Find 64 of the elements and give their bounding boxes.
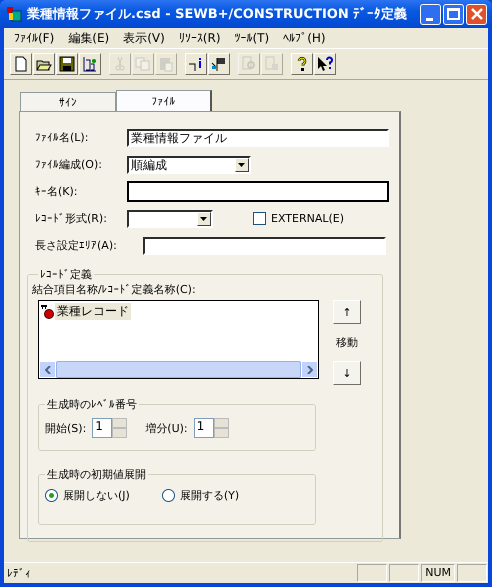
- radio-button[interactable]: [162, 489, 175, 502]
- status-text: ﾚﾃﾞｨ: [6, 566, 32, 580]
- list-label: 結合項目名称/ﾚｺｰﾄﾞ定義名称(C):: [32, 282, 197, 297]
- menu-item[interactable]: ﾌｧｲﾙ(F): [7, 31, 62, 45]
- key-name-field[interactable]: [127, 181, 389, 202]
- close-icon: [470, 8, 482, 20]
- record-icon: [41, 304, 55, 318]
- field-label: ｷｰ名(K):: [35, 184, 79, 199]
- replace-icon: [264, 56, 280, 72]
- close-button[interactable]: [466, 4, 487, 24]
- minimize-icon: [426, 18, 433, 20]
- maximize-button[interactable]: [443, 4, 464, 24]
- group-title: 生成時のﾚﾍﾞﾙ番号: [46, 397, 138, 412]
- group-title: 生成時の初期値展開: [46, 467, 147, 482]
- tab[interactable]: ｻｲﾝ: [20, 92, 116, 111]
- external-checkbox[interactable]: [253, 212, 266, 225]
- move-up-button[interactable]: ↑: [333, 300, 361, 324]
- app-icon: [6, 6, 22, 22]
- context-help-icon: [317, 56, 333, 72]
- flag-icon: [211, 56, 227, 72]
- status-pane: [457, 564, 487, 582]
- save-icon: [59, 56, 75, 72]
- group-title: ﾚｺｰﾄﾞ定義: [39, 267, 93, 282]
- file-name-field[interactable]: 業種情報ファイル: [127, 128, 389, 146]
- copy-icon: [135, 56, 151, 72]
- menu-item[interactable]: ﾂｰﾙ(T): [228, 31, 276, 45]
- info-icon: [188, 56, 204, 72]
- horizontal-scrollbar[interactable]: [39, 361, 318, 378]
- scroll-right-icon: [306, 366, 312, 374]
- maximize-icon: [447, 8, 460, 20]
- dropdown-arrow-icon: [238, 162, 246, 166]
- field-label: 長さ設定ｴﾘｱ(A):: [35, 238, 118, 253]
- scroll-left-icon: [44, 366, 50, 374]
- minimize-button[interactable]: [420, 4, 441, 24]
- radio-button[interactable]: [45, 489, 58, 502]
- length-area-field[interactable]: [143, 236, 386, 254]
- radio-label: 展開する(Y): [180, 488, 240, 503]
- document-icon: [13, 56, 29, 72]
- checkbox-label: EXTERNAL(E): [271, 212, 344, 225]
- file-organization-dropdown[interactable]: 順編成: [127, 156, 251, 174]
- move-down-button[interactable]: ↓: [333, 361, 361, 385]
- tab[interactable]: ﾌｧｲﾙ: [116, 90, 212, 111]
- record-format-dropdown[interactable]: [127, 210, 213, 228]
- radio-label: 展開しない(J): [63, 488, 130, 503]
- find-icon: [241, 56, 257, 72]
- status-pane: [389, 564, 420, 582]
- record-list[interactable]: 業種レコード: [38, 300, 319, 379]
- field-label: 開始(S):: [45, 420, 86, 436]
- window-title: 業種情報ファイル.csd - SEWB+/CONSTRUCTION ﾃﾞｰﾀ定義: [27, 6, 408, 23]
- menu-item[interactable]: 表示(V): [116, 30, 172, 46]
- menu-item[interactable]: ﾘｿｰｽ(R): [172, 31, 228, 45]
- move-label: 移動: [336, 335, 358, 350]
- field-label: ﾚｺｰﾄﾞ形式(R):: [35, 211, 108, 226]
- field-label: ﾌｧｲﾙ編成(O):: [35, 157, 103, 172]
- paste-icon: [158, 56, 174, 72]
- field-label: 増分(U):: [145, 420, 188, 436]
- field-label: ﾌｧｲﾙ名(L):: [35, 130, 90, 145]
- chart-icon: [82, 56, 98, 72]
- status-pane: NUM: [421, 564, 455, 582]
- dropdown-arrow-icon: [200, 216, 208, 220]
- menu-item[interactable]: 編集(E): [61, 30, 116, 46]
- list-item[interactable]: 業種レコード: [55, 303, 131, 320]
- menu-item[interactable]: ﾍﾙﾌﾟ(H): [276, 31, 333, 45]
- status-pane: [357, 564, 388, 582]
